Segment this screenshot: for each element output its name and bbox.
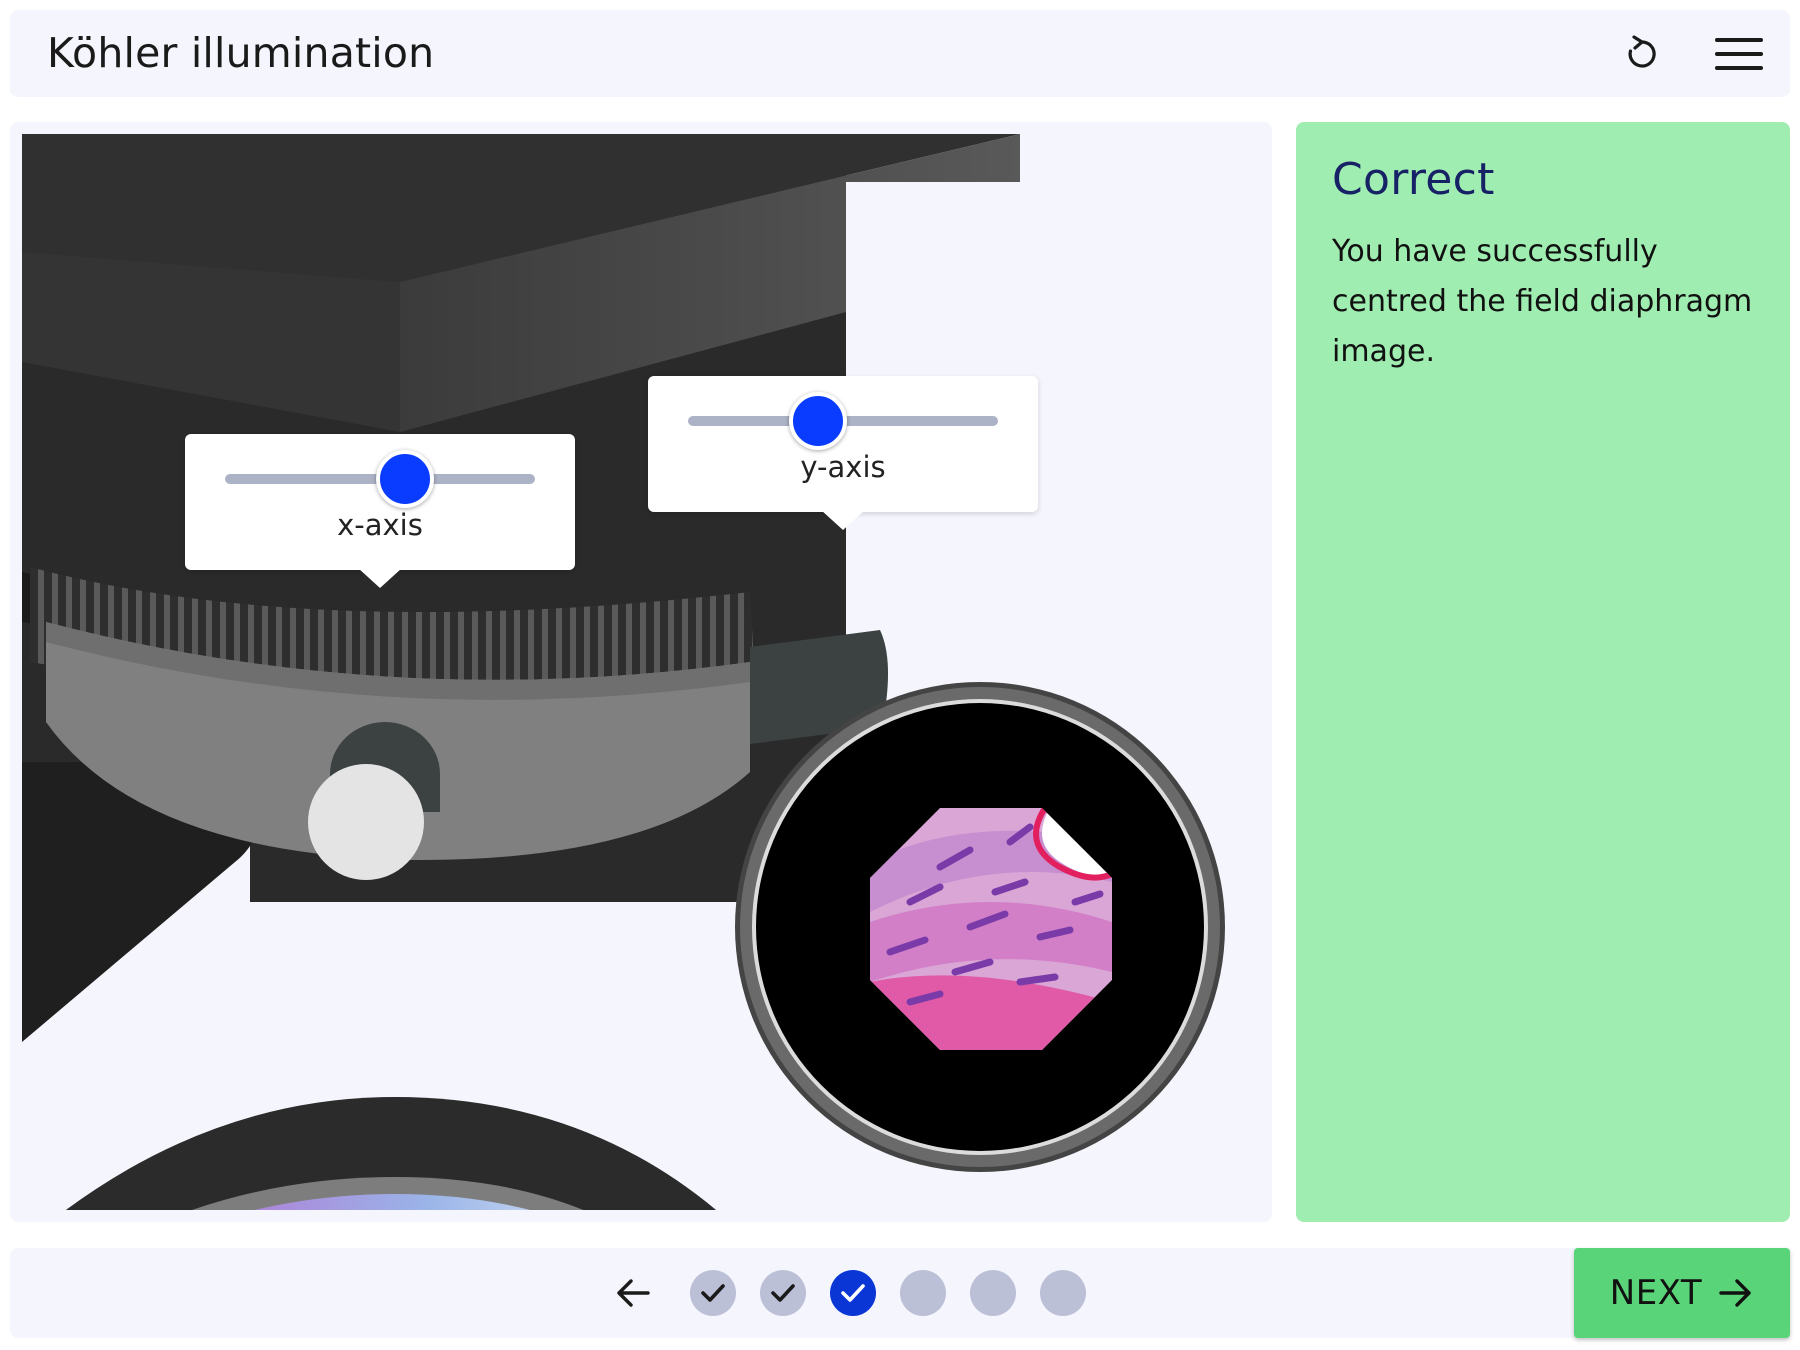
reset-button[interactable] (1616, 28, 1668, 80)
step-indicator-5[interactable] (970, 1270, 1016, 1316)
simulation-stage: x-axis y-axis (10, 122, 1272, 1222)
y-axis-slider-thumb[interactable] (789, 392, 848, 450)
x-axis-slider-thumb[interactable] (375, 450, 434, 508)
checkmark-icon (701, 1284, 725, 1302)
checkmark-icon (841, 1284, 865, 1302)
eyepiece-view (735, 682, 1225, 1172)
step-indicator-6[interactable] (1040, 1270, 1086, 1316)
microscope-illustration (22, 134, 1225, 1210)
x-axis-label: x-axis (337, 508, 423, 542)
arrow-left-icon (617, 1279, 650, 1307)
menu-icon (1715, 38, 1763, 70)
next-label: NEXT (1609, 1273, 1703, 1313)
reset-icon (1628, 35, 1656, 68)
arrow-right-icon (1719, 1279, 1751, 1307)
y-axis-slider-card: y-axis (648, 376, 1038, 530)
y-axis-label: y-axis (800, 450, 886, 484)
next-button[interactable]: NEXT (1574, 1248, 1790, 1338)
progress-bar (10, 1248, 1790, 1338)
app-title: Köhler illumination (47, 29, 435, 77)
step-indicator-3[interactable] (830, 1270, 876, 1316)
x-axis-slider-card: x-axis (185, 434, 575, 588)
step-indicator-4[interactable] (900, 1270, 946, 1316)
menu-button[interactable] (1708, 28, 1770, 80)
back-button[interactable] (608, 1268, 658, 1318)
feedback-title: Correct (1332, 154, 1495, 205)
app-header: Köhler illumination (10, 10, 1790, 97)
step-indicator-1[interactable] (690, 1270, 736, 1316)
feedback-panel: Correct You have successfully centred th… (1296, 122, 1790, 1222)
feedback-text: You have successfully centred the field … (1332, 234, 1753, 369)
centering-screw-front (308, 764, 424, 880)
step-indicator-2[interactable] (760, 1270, 806, 1316)
checkmark-icon (771, 1284, 795, 1302)
